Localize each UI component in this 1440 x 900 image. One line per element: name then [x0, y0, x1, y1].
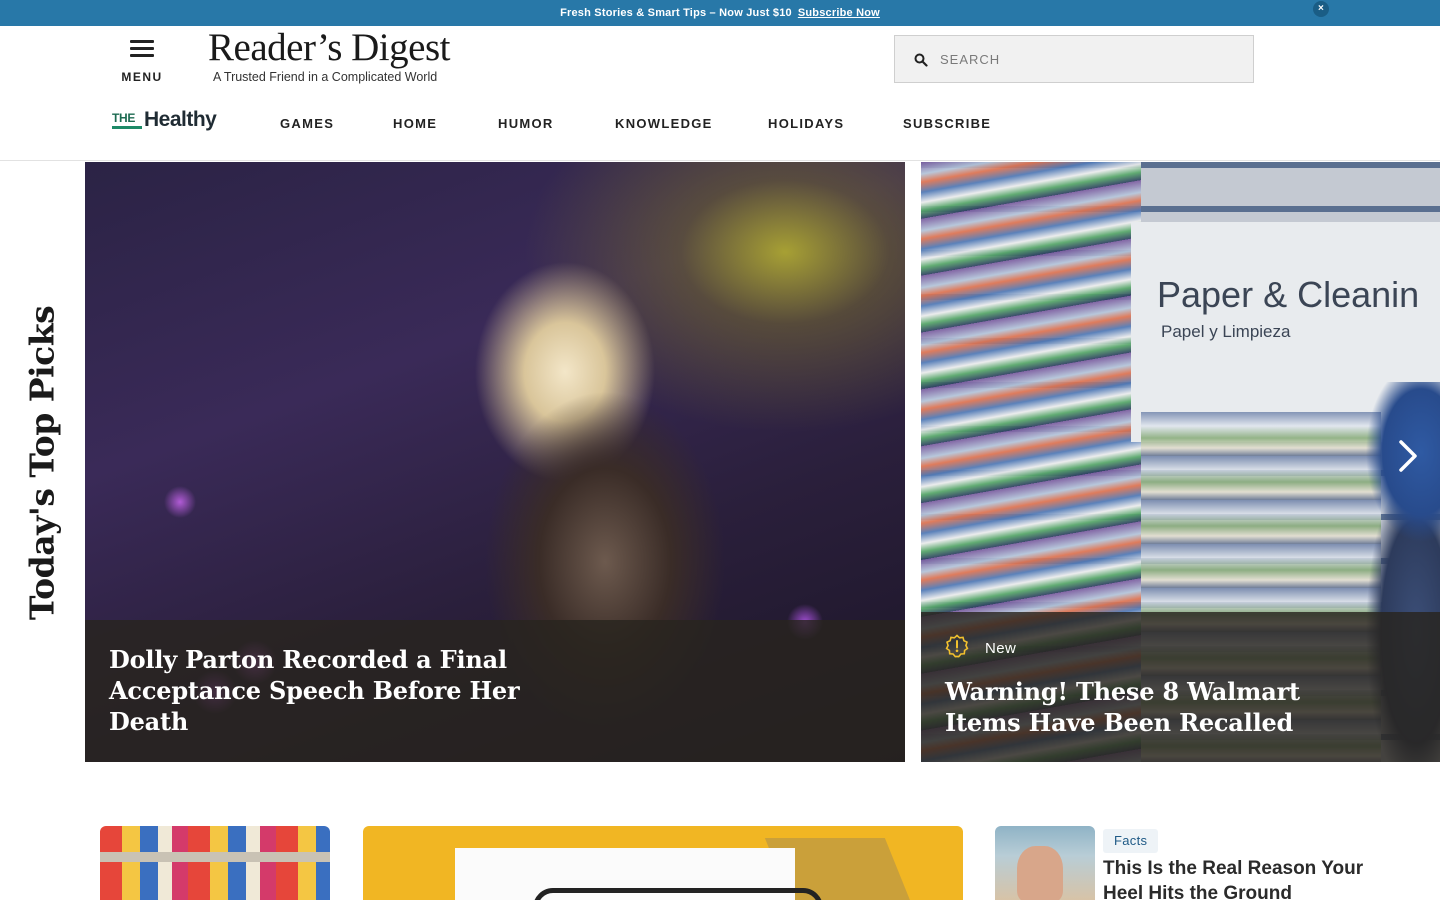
menu-icon	[130, 40, 154, 58]
story-thumbnail[interactable]	[100, 826, 330, 900]
the-healthy-underline	[112, 126, 142, 129]
the-healthy-prefix: THE	[112, 111, 136, 125]
story-thumbnail[interactable]	[995, 826, 1095, 900]
promo-text: Fresh Stories & Smart Tips – Now Just $1…	[560, 7, 792, 19]
card-caption: New Warning! These 8 Walmart Items Have …	[921, 612, 1440, 762]
search-input[interactable]	[940, 51, 1240, 67]
top-pick-card[interactable]: Dolly Parton Recorded a Final Acceptance…	[85, 162, 905, 762]
carousel-next-button[interactable]	[1391, 432, 1427, 480]
site-logo[interactable]: Reader’s Digest A Trusted Friend in a Co…	[208, 26, 468, 85]
chevron-right-icon	[1399, 440, 1417, 472]
article-title[interactable]: This Is the Real Reason Your Heel Hits t…	[1103, 856, 1403, 900]
section-title-text: Today's Top Picks	[22, 305, 62, 621]
nav-item-subscribe[interactable]: SUBSCRIBE	[903, 116, 991, 131]
thumbnail-foot	[1017, 846, 1063, 900]
card-caption: Dolly Parton Recorded a Final Acceptance…	[85, 620, 905, 762]
nav-item-knowledge[interactable]: KNOWLEDGE	[615, 116, 713, 131]
promo-banner: Fresh Stories & Smart Tips – Now Just $1…	[0, 0, 1440, 26]
thumbnail-phone	[533, 888, 823, 900]
nav-item-holidays[interactable]: HOLIDAYS	[768, 116, 844, 131]
card-headline[interactable]: Dolly Parton Recorded a Final Acceptance…	[109, 644, 529, 737]
close-icon[interactable]: ×	[1313, 1, 1329, 17]
menu-button[interactable]: MENU	[118, 36, 166, 88]
nav-item-games[interactable]: GAMES	[280, 116, 334, 131]
search-box[interactable]	[894, 35, 1254, 83]
search-icon[interactable]	[914, 52, 928, 67]
category-tag[interactable]: Facts	[1103, 829, 1159, 853]
promo-subscribe-link[interactable]: Subscribe Now	[798, 7, 880, 19]
card-image-sign-sub: Papel y Limpieza	[1161, 322, 1291, 341]
new-badge-label: New	[985, 639, 1017, 657]
alert-badge-icon	[945, 634, 969, 662]
section-title: Today's Top Picks	[22, 306, 62, 620]
story-thumbnail[interactable]	[363, 826, 963, 900]
top-pick-card[interactable]: Paper & Cleanin Papel y Limpieza New War…	[921, 162, 1440, 762]
menu-label: MENU	[121, 70, 163, 84]
card-headline[interactable]: Warning! These 8 Walmart Items Have Been…	[945, 676, 1325, 738]
card-image-sign: Paper & Cleanin	[1157, 274, 1420, 315]
nav-item-humor[interactable]: HUMOR	[498, 116, 554, 131]
logo-wordmark: Reader’s Digest	[208, 26, 450, 69]
nav-item-home[interactable]: HOME	[393, 116, 437, 131]
new-badge: New	[945, 634, 1016, 662]
the-healthy-name: Healthy	[144, 108, 217, 131]
logo-tagline: A Trusted Friend in a Complicated World	[213, 70, 438, 84]
thumbnail-shelf	[100, 852, 330, 862]
header-divider	[0, 160, 1440, 161]
